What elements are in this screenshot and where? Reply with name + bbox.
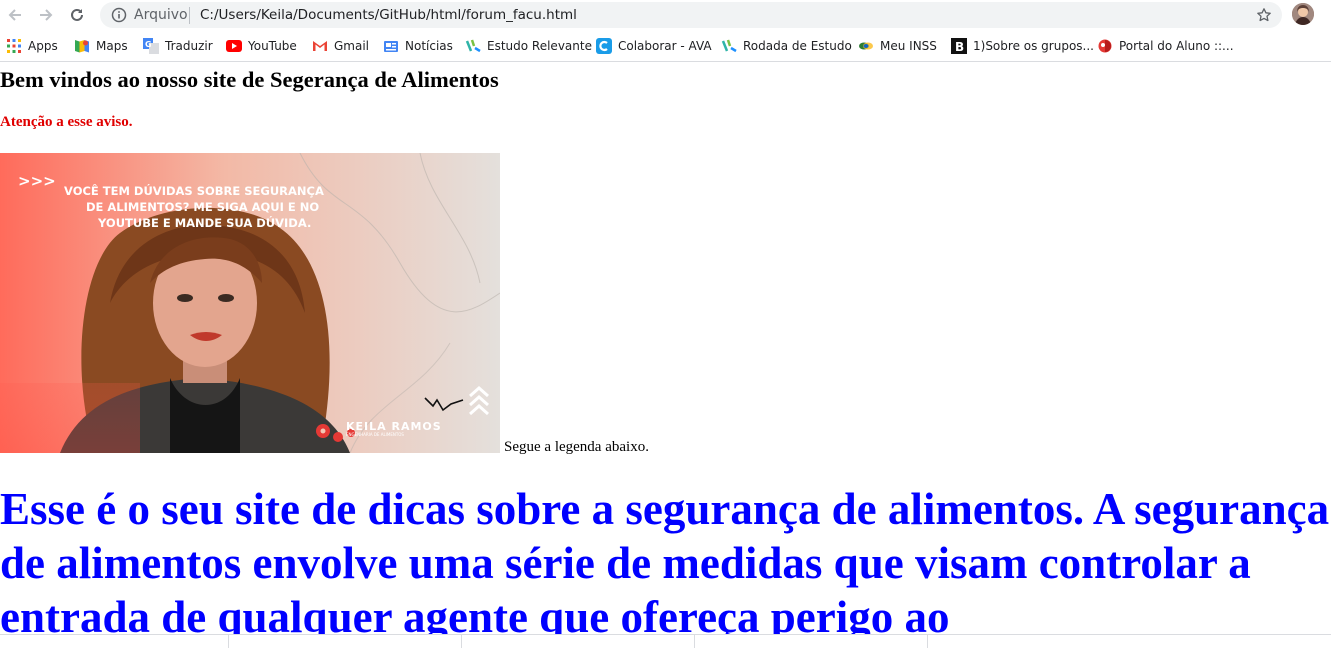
bookmarks-bar: Apps Maps G Traduzir YouTube Gmail Notíc… <box>0 31 1331 62</box>
address-separator <box>189 7 190 24</box>
bookmark-label: YouTube <box>248 39 297 53</box>
page-content: Bem vindos ao nosso site de Segerança de… <box>0 62 1331 634</box>
portal-icon <box>1097 38 1113 54</box>
downloads-bar-edge <box>0 634 1331 648</box>
bookmark-label: Rodada de Estudo <box>743 39 852 53</box>
bookmark-estudo-relevante[interactable]: Estudo Relevante <box>465 37 592 55</box>
back-arrow-icon <box>8 9 21 21</box>
bold-b-icon: B <box>951 38 967 54</box>
info-icon[interactable] <box>110 6 128 24</box>
news-icon <box>383 38 399 54</box>
bookmark-label: Maps <box>96 39 128 53</box>
svg-text:G: G <box>145 40 152 49</box>
bookmark-rodada-de-estudo[interactable]: Rodada de Estudo <box>721 37 852 55</box>
promo-arrows: >>> <box>18 172 56 190</box>
svg-text:DE ALIMENTOS? ME SIGA AQUI E N: DE ALIMENTOS? ME SIGA AQUI E NO <box>86 200 319 214</box>
reload-icon <box>71 8 83 21</box>
bar-divider <box>461 635 462 648</box>
bookmark-apps[interactable]: Apps <box>6 37 58 55</box>
bookmark-traduzir[interactable]: G Traduzir <box>143 37 213 55</box>
profile-avatar[interactable] <box>1292 3 1314 25</box>
svg-text:VOCÊ TEM DÚVIDAS SOBRE SEGURAN: VOCÊ TEM DÚVIDAS SOBRE SEGURANÇA <box>64 183 324 198</box>
address-bar[interactable]: Arquivo C:/Users/Keila/Documents/GitHub/… <box>100 2 1282 28</box>
bookmark-label: 1)Sobre os grupos... <box>973 39 1094 53</box>
bookmark-portal-do-aluno[interactable]: Portal do Aluno ::... <box>1097 37 1234 55</box>
page-heading: Bem vindos ao nosso site de Segerança de… <box>0 67 499 92</box>
bar-divider <box>228 635 229 648</box>
bookmark-label: Meu INSS <box>880 39 937 53</box>
svg-text:ENGENHARIA DE ALIMENTOS: ENGENHARIA DE ALIMENTOS <box>346 432 404 437</box>
bar-divider <box>694 635 695 648</box>
forward-button[interactable] <box>35 4 57 26</box>
bookmark-label: Portal do Aluno ::... <box>1119 39 1234 53</box>
reload-button[interactable] <box>66 4 88 26</box>
bar-divider <box>927 635 928 648</box>
bookmark-label: Traduzir <box>165 39 213 53</box>
url-text[interactable]: C:/Users/Keila/Documents/GitHub/html/for… <box>200 7 577 23</box>
bookmark-youtube[interactable]: YouTube <box>226 37 297 55</box>
bookmark-noticias[interactable]: Notícias <box>383 37 453 55</box>
bookmark-site-icon <box>721 38 737 54</box>
bookmark-meu-inss[interactable]: Meu INSS <box>858 37 937 55</box>
colaborar-icon <box>596 38 612 54</box>
bookmark-colaborar-ava[interactable]: Colaborar - AVA <box>596 37 712 55</box>
maps-icon <box>74 38 90 54</box>
bookmark-label: Gmail <box>334 39 370 53</box>
bookmark-maps[interactable]: Maps <box>74 37 128 55</box>
translate-icon: G <box>143 38 159 54</box>
bookmark-gmail[interactable]: Gmail <box>312 37 369 55</box>
apps-grid-icon <box>6 38 22 54</box>
bookmark-label: Notícias <box>405 39 453 53</box>
inss-icon <box>858 38 874 54</box>
bookmark-sobre-os-grupos[interactable]: B 1)Sobre os grupos... <box>951 37 1094 55</box>
browser-toolbar: Arquivo C:/Users/Keila/Documents/GitHub/… <box>0 0 1331 30</box>
bookmark-label: Estudo Relevante <box>487 39 592 53</box>
svg-text:B: B <box>955 40 964 54</box>
svg-text:YOUTUBE E MANDE SUA DÚVIDA.: YOUTUBE E MANDE SUA DÚVIDA. <box>97 215 311 230</box>
bookmark-site-icon <box>465 38 481 54</box>
warning-text: Atenção a esse aviso. <box>0 114 133 130</box>
bookmark-label: Colaborar - AVA <box>618 39 712 53</box>
forward-arrow-icon <box>40 9 53 21</box>
promo-image: >>> VOCÊ TEM DÚVIDAS SOBRE SEGURANÇA DE … <box>0 153 500 453</box>
image-caption: Segue a legenda abaixo. <box>504 439 649 455</box>
bookmark-star-icon[interactable] <box>1254 5 1274 25</box>
back-button[interactable] <box>4 4 26 26</box>
youtube-icon <box>226 38 242 54</box>
scheme-label: Arquivo <box>134 7 188 23</box>
bookmark-label: Apps <box>28 39 58 53</box>
gmail-icon <box>312 38 328 54</box>
main-description: Esse é o seu site de dicas sobre a segur… <box>0 484 1330 634</box>
